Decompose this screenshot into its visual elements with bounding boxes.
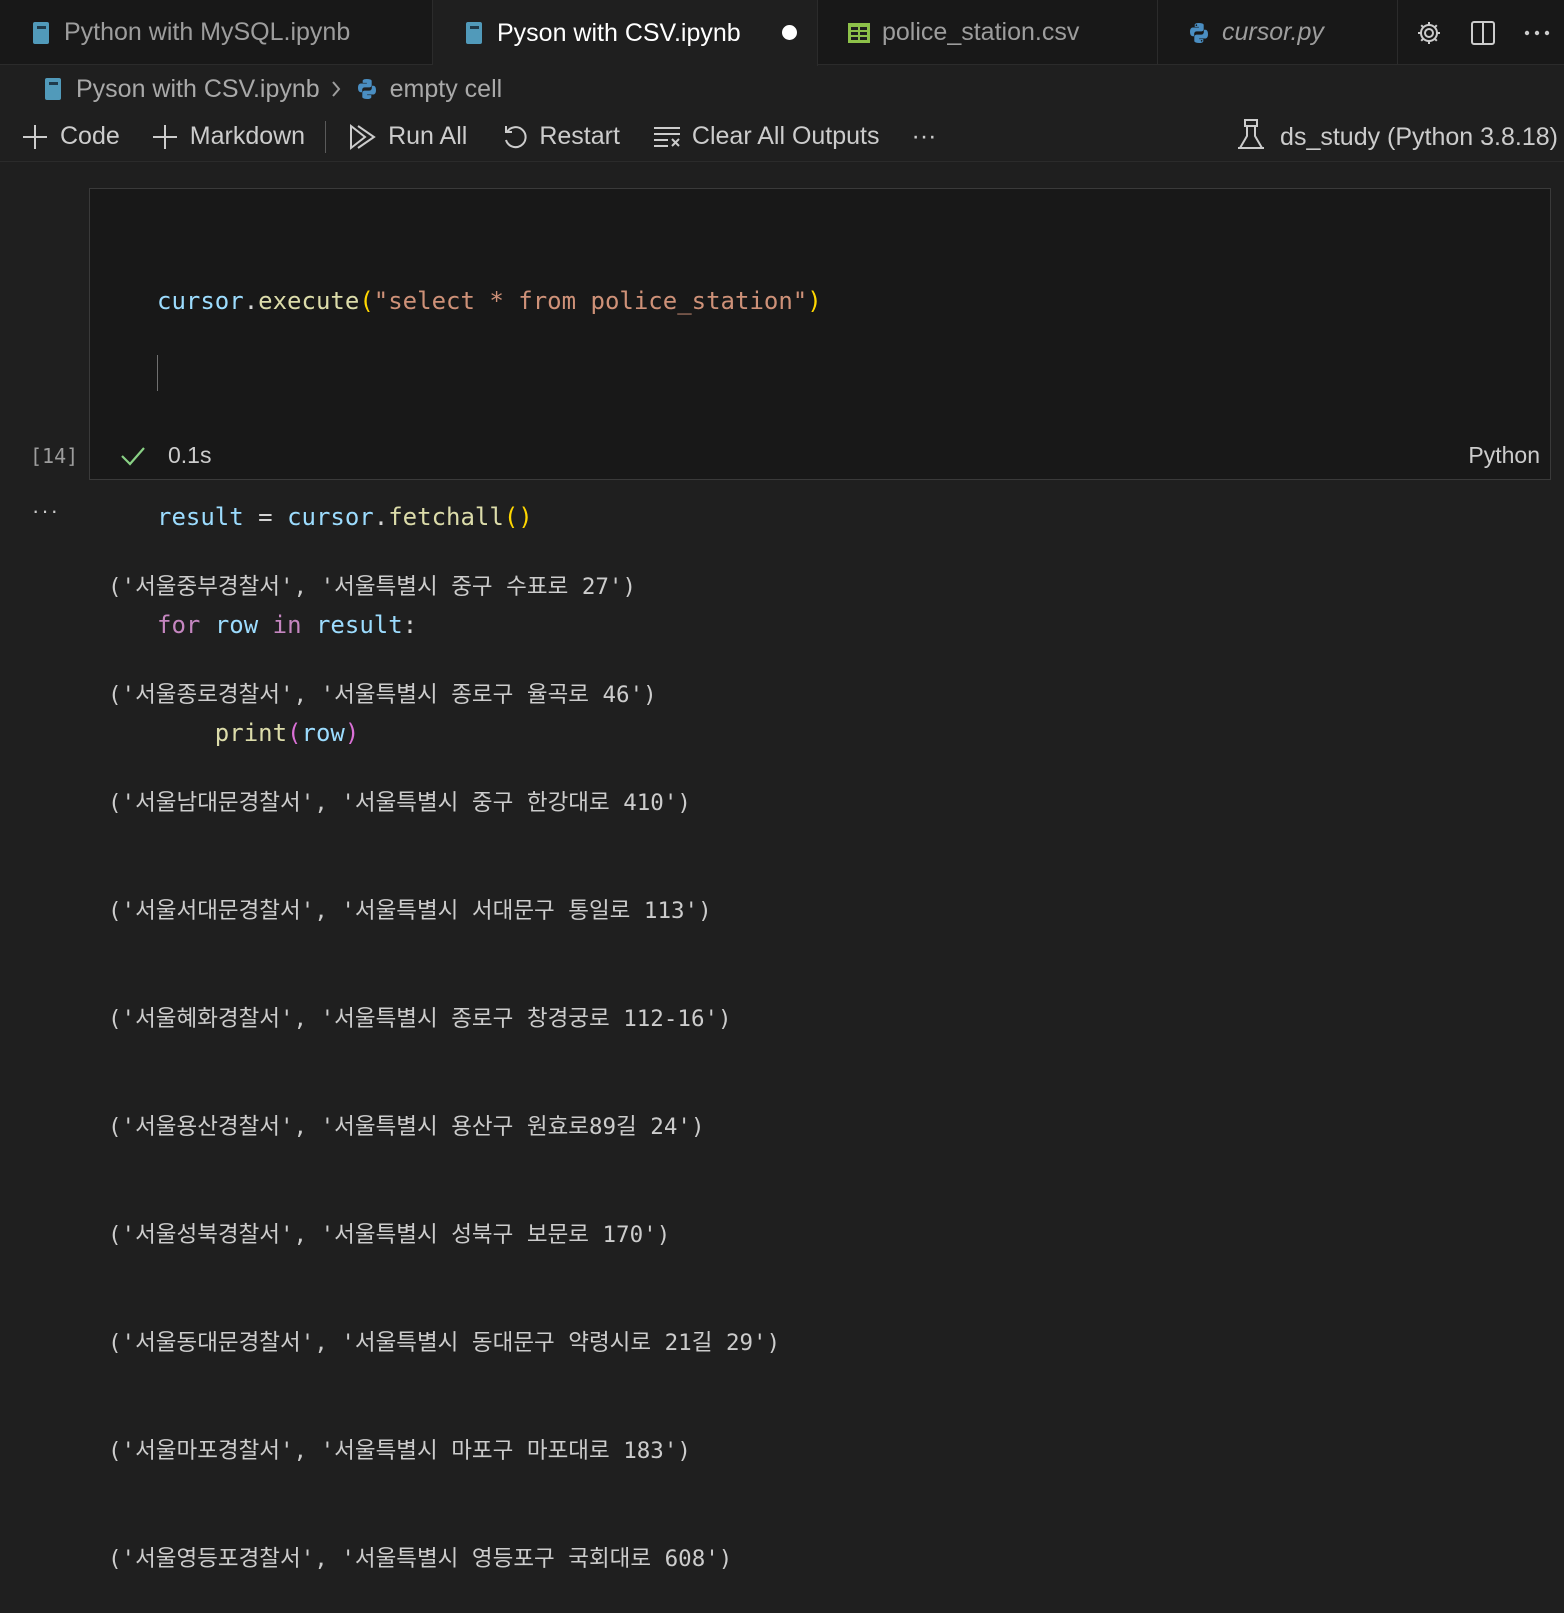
kernel-flask-icon <box>1236 118 1266 157</box>
breadcrumb-file[interactable]: Pyson with CSV.ipynb <box>40 75 320 104</box>
kernel-label: ds_study (Python 3.8.18) <box>1280 122 1558 151</box>
editor-actions <box>1402 0 1564 65</box>
cell-execution-status: 0.1s <box>120 442 211 469</box>
output-row: ('서울남대문경찰서', '서울특별시 중구 한강대로 410') <box>108 790 691 816</box>
tab-label: police_station.csv <box>882 18 1080 46</box>
output-row: ('서울서대문경찰서', '서울특별시 서대문구 통일로 113') <box>108 898 712 924</box>
tab-label: Python with MySQL.ipynb <box>64 18 351 46</box>
breadcrumb: Pyson with CSV.ipynb empty cell <box>0 66 1564 112</box>
breadcrumb-cell-label: empty cell <box>389 74 503 103</box>
output-row: ('서울중부경찰서', '서울특별시 중구 수표로 27') <box>108 574 637 600</box>
output-row: ('서울용산경찰서', '서울특별시 용산구 원효로89길 24') <box>108 1114 705 1140</box>
output-row: ('서울영등포경찰서', '서울특별시 영등포구 국회대로 608') <box>108 1546 733 1572</box>
cell-language-picker[interactable]: Python <box>1468 442 1540 469</box>
table-icon <box>846 20 872 46</box>
add-code-label: Code <box>60 122 120 150</box>
code-line: cursor.execute("select * from police_sta… <box>157 283 822 319</box>
add-markdown-label: Markdown <box>189 122 306 150</box>
notebook-icon <box>461 20 487 46</box>
python-icon <box>1186 20 1212 46</box>
tab-python-with-mysql[interactable]: Python with MySQL.ipynb <box>0 0 433 65</box>
more-icon: ··· <box>911 122 937 150</box>
code-token: execute <box>258 287 360 315</box>
unsaved-dot-icon[interactable] <box>782 25 797 40</box>
cell-output: ('서울중부경찰서', '서울특별시 중구 수표로 27') ('서울종로경찰서… <box>108 497 780 1613</box>
execution-duration: 0.1s <box>168 442 212 468</box>
clear-all-outputs-button[interactable]: Clear All Outputs <box>652 117 880 157</box>
execution-count: [14] <box>30 444 79 468</box>
python-icon <box>354 76 380 102</box>
output-row: ('서울동대문경찰서', '서울특별시 동대문구 약령시로 21길 29') <box>108 1330 781 1356</box>
chevron-right-icon <box>330 79 342 99</box>
toolbar-divider <box>325 120 327 153</box>
output-row: ('서울성북경찰서', '서울특별시 성북구 보문로 170') <box>108 1222 671 1248</box>
run-all-button[interactable]: Run All <box>348 117 467 157</box>
notebook-toolbar: Code Markdown Run All Restart Clear All … <box>0 112 1564 162</box>
run-all-icon <box>348 122 378 152</box>
add-code-cell-button[interactable]: Code <box>20 117 120 157</box>
code-token: cursor <box>157 287 244 315</box>
settings-gear-icon[interactable] <box>1402 13 1456 53</box>
notebook-icon <box>40 76 66 102</box>
output-row: ('서울마포경찰서', '서울특별시 마포구 마포대로 183') <box>108 1438 691 1464</box>
tab-cursor-py[interactable]: cursor.py <box>1158 0 1398 65</box>
tab-label: Pyson with CSV.ipynb <box>497 18 741 47</box>
output-actions-icon[interactable]: ··· <box>32 498 60 524</box>
clear-outputs-label: Clear All Outputs <box>691 122 880 150</box>
notebook-icon <box>28 20 54 46</box>
restart-button[interactable]: Restart <box>501 117 620 157</box>
restart-icon <box>501 123 529 151</box>
add-markdown-cell-button[interactable]: Markdown <box>150 117 305 157</box>
more-toolbar-actions[interactable]: ··· <box>912 117 937 157</box>
code-token: ) <box>807 287 822 315</box>
code-token: ( <box>359 287 374 315</box>
code-token: "select * from police_station" <box>373 287 808 315</box>
breadcrumb-cell[interactable]: empty cell <box>354 74 503 104</box>
tab-police-station-csv[interactable]: police_station.csv <box>818 0 1158 65</box>
output-row: ('서울혜화경찰서', '서울특별시 종로구 창경궁로 112-16') <box>108 1006 732 1032</box>
run-all-label: Run All <box>388 122 468 150</box>
code-cell[interactable]: cursor.execute("select * from police_sta… <box>89 188 1551 747</box>
kernel-picker[interactable]: ds_study (Python 3.8.18) <box>1236 117 1558 157</box>
clear-outputs-icon <box>652 124 682 150</box>
tab-pyson-with-csv[interactable]: Pyson with CSV.ipynb <box>433 0 818 66</box>
output-row: ('서울종로경찰서', '서울특별시 종로구 율곡로 46') <box>108 682 657 708</box>
code-token: . <box>243 287 259 315</box>
indent-guide <box>157 355 158 391</box>
plus-icon <box>20 122 50 152</box>
breadcrumb-file-label: Pyson with CSV.ipynb <box>76 74 320 103</box>
tab-bar: Python with MySQL.ipynb Pyson with CSV.i… <box>0 0 1564 66</box>
tab-label: cursor.py <box>1222 18 1324 46</box>
more-actions-icon[interactable] <box>1510 13 1564 53</box>
plus-icon <box>150 122 180 152</box>
restart-label: Restart <box>539 122 620 150</box>
split-editor-icon[interactable] <box>1456 13 1510 53</box>
check-icon <box>120 445 146 467</box>
